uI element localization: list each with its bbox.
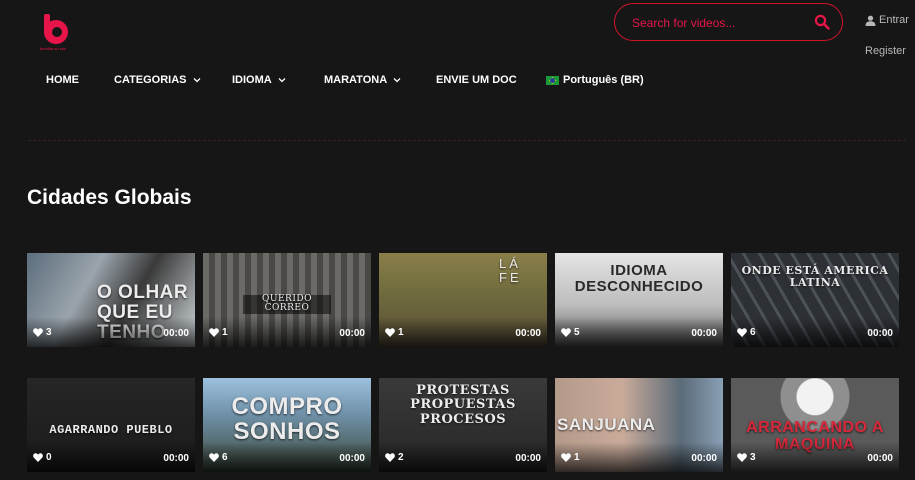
nav-language[interactable]: Português (BR) [546, 74, 644, 86]
likes-count: 5 [561, 327, 580, 338]
nav-home-label: HOME [46, 74, 79, 86]
likes-count: 1 [209, 327, 228, 338]
heart-icon [561, 328, 571, 337]
nav-categorias-label: CATEGORIAS [114, 74, 187, 86]
header-divider [28, 140, 906, 141]
likes-value: 3 [46, 327, 52, 338]
video-duration: 00:00 [339, 453, 365, 464]
nav-envie-um-doc[interactable]: ENVIE UM DOC [436, 74, 517, 86]
video-card[interactable]: COMPRO SONHOS 6 00:00 [203, 378, 371, 472]
likes-count: 6 [209, 452, 228, 463]
video-title: SANJUANA [557, 415, 656, 434]
site-logo[interactable]: bendita ao seu [40, 14, 72, 52]
likes-count: 2 [385, 452, 404, 463]
video-card[interactable]: AGARRANDO PUEBLO 0 00:00 [27, 378, 195, 472]
heart-icon [209, 453, 219, 462]
nav-home[interactable]: HOME [46, 74, 79, 86]
video-card[interactable]: LÁ FE 1 00:00 [379, 253, 547, 347]
video-duration: 00:00 [691, 328, 717, 339]
likes-value: 1 [574, 452, 580, 463]
video-title: LÁ FE [499, 256, 522, 285]
likes-value: 0 [46, 452, 52, 463]
video-card[interactable]: ARRANCANDO A MAQUINA 3 00:00 [731, 378, 899, 472]
video-duration: 00:00 [515, 453, 541, 464]
heart-icon [385, 453, 395, 462]
nav-language-label: Português (BR) [563, 74, 644, 86]
logo-hole [52, 27, 62, 37]
video-card[interactable]: QUERIDO CORREO 1 00:00 [203, 253, 371, 347]
nav-idioma[interactable]: IDIOMA [232, 74, 286, 86]
likes-count: 6 [737, 327, 756, 338]
likes-count: 1 [561, 452, 580, 463]
likes-value: 6 [222, 452, 228, 463]
chevron-down-icon [193, 78, 200, 83]
nav-idioma-label: IDIOMA [232, 74, 272, 86]
video-card[interactable]: PROTESTAS PROPUESTAS PROCESOS 2 00:00 [379, 378, 547, 472]
likes-value: 2 [398, 452, 404, 463]
search-input[interactable] [630, 13, 804, 33]
video-title: COMPRO SONHOS [231, 393, 343, 446]
video-title: QUERIDO CORREO [243, 294, 331, 314]
nav-maratona-label: MARATONA [324, 74, 388, 86]
section-title: Cidades Globais [27, 186, 192, 209]
video-title: ONDE ESTÁ AMERICA LATINA [741, 264, 889, 289]
login-link[interactable]: Entrar [865, 14, 909, 26]
likes-value: 1 [222, 327, 228, 338]
likes-value: 5 [574, 327, 580, 338]
video-duration: 00:00 [691, 453, 717, 464]
video-duration: 00:00 [515, 328, 541, 339]
likes-value: 3 [750, 452, 756, 463]
video-card[interactable]: IDIOMA DESCONHECIDO 5 00:00 [555, 253, 723, 347]
nav-categorias[interactable]: CATEGORIAS [114, 74, 201, 86]
video-duration: 00:00 [867, 328, 893, 339]
heart-icon [33, 328, 43, 337]
nav-maratona[interactable]: MARATONA [324, 74, 401, 86]
heart-icon [385, 328, 395, 337]
search-bar [614, 3, 843, 41]
video-card[interactable]: O OLHAR QUE EU TENHO 3 00:00 [27, 253, 195, 347]
video-duration: 00:00 [867, 453, 893, 464]
chevron-down-icon [393, 78, 401, 83]
login-label: Entrar [879, 14, 909, 26]
likes-value: 1 [398, 327, 404, 338]
heart-icon [561, 453, 571, 462]
logo-tagline: bendita ao seu [40, 46, 67, 51]
user-icon [865, 15, 876, 26]
likes-count: 3 [737, 452, 756, 463]
likes-count: 3 [33, 327, 52, 338]
video-duration: 00:00 [163, 453, 189, 464]
chevron-down-icon [278, 78, 286, 83]
video-duration: 00:00 [163, 328, 189, 339]
video-card[interactable]: ONDE ESTÁ AMERICA LATINA 6 00:00 [731, 253, 899, 347]
heart-icon [209, 328, 219, 337]
video-card[interactable]: SANJUANA 1 00:00 [555, 378, 723, 472]
search-icon[interactable] [814, 14, 830, 30]
heart-icon [737, 453, 747, 462]
video-title: PROTESTAS PROPUESTAS PROCESOS [410, 383, 516, 427]
video-title: IDIOMA DESCONHECIDO [574, 262, 704, 295]
brazil-flag-icon [546, 75, 559, 85]
heart-icon [33, 453, 43, 462]
likes-count: 0 [33, 452, 52, 463]
heart-icon [737, 328, 747, 337]
register-link[interactable]: Register [865, 45, 906, 57]
likes-count: 1 [385, 327, 404, 338]
video-title: AGARRANDO PUEBLO [49, 423, 173, 437]
likes-value: 6 [750, 327, 756, 338]
nav-envie-label: ENVIE UM DOC [436, 74, 517, 86]
video-duration: 00:00 [339, 328, 365, 339]
